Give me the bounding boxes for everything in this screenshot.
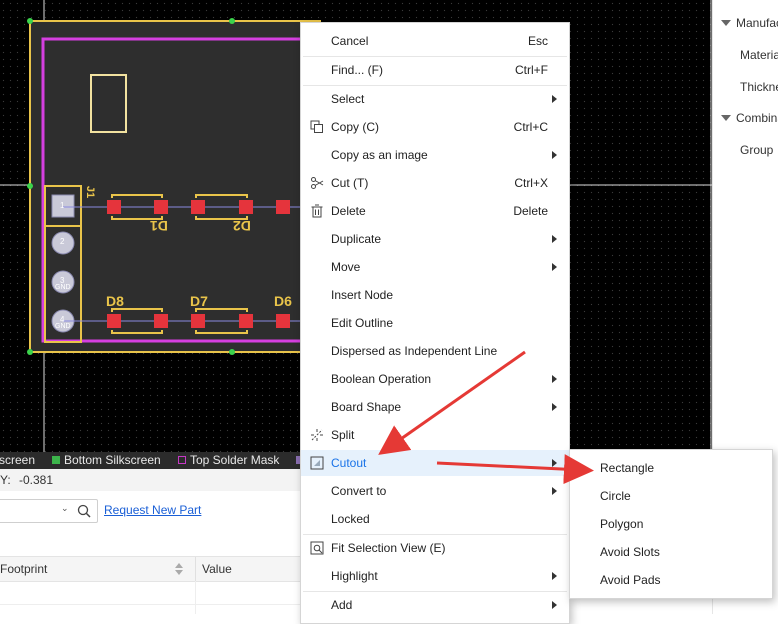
designator-d6[interactable]: D6 bbox=[274, 293, 292, 309]
menu-item-copy-as-image[interactable]: Copy as an image bbox=[301, 142, 569, 168]
library-panel: ⌄ Request New Part Footprint Value bbox=[0, 491, 300, 614]
menu-item-highlight[interactable]: Highlight bbox=[301, 563, 569, 589]
library-table-header: Footprint Value bbox=[0, 556, 300, 582]
designator-d2[interactable]: D2 bbox=[233, 218, 251, 234]
cutout-icon bbox=[310, 456, 324, 470]
prop-group: Group bbox=[740, 143, 774, 157]
menu-item-split[interactable]: Split bbox=[301, 422, 569, 448]
chevron-right-icon bbox=[552, 572, 557, 580]
coordinate-readout: Y: -0.381 bbox=[0, 469, 300, 492]
menu-item-find[interactable]: Find... (F) Ctrl+F bbox=[301, 57, 569, 83]
library-search-input[interactable]: ⌄ bbox=[0, 499, 98, 523]
handle bbox=[27, 183, 33, 189]
chevron-down-icon bbox=[721, 115, 731, 121]
chevron-right-icon bbox=[552, 375, 557, 383]
coord-y-label: Y: bbox=[0, 473, 11, 487]
submenu-item-polygon[interactable]: Polygon bbox=[570, 510, 772, 538]
chevron-right-icon bbox=[552, 235, 557, 243]
section-combination[interactable]: Combina bbox=[721, 111, 778, 125]
layer-color-swatch bbox=[178, 456, 186, 464]
menu-item-fit-selection-view[interactable]: Fit Selection View (E) bbox=[301, 535, 569, 561]
fit-view-icon bbox=[310, 541, 324, 555]
submenu-item-circle[interactable]: Circle bbox=[570, 482, 772, 510]
designator-j1[interactable]: J1 bbox=[84, 186, 96, 198]
menu-item-duplicate[interactable]: Duplicate bbox=[301, 226, 569, 252]
layer-tab-bottom-silkscreen[interactable]: Bottom Silkscreen bbox=[52, 453, 161, 468]
handle bbox=[229, 349, 235, 355]
menu-item-edit-outline[interactable]: Edit Outline bbox=[301, 310, 569, 336]
scissors-icon bbox=[311, 177, 324, 189]
chevron-down-icon bbox=[721, 20, 731, 26]
pad-net-label: GND bbox=[55, 323, 71, 330]
menu-item-boolean-operation[interactable]: Boolean Operation bbox=[301, 366, 569, 392]
menu-item-cut[interactable]: Cut (T) Ctrl+X bbox=[301, 170, 569, 196]
pad-number-2: 2 bbox=[60, 237, 65, 246]
chevron-right-icon bbox=[552, 95, 557, 103]
menu-item-board-shape[interactable]: Board Shape bbox=[301, 394, 569, 420]
submenu-item-rectangle[interactable]: Rectangle bbox=[570, 454, 772, 482]
coord-y-value: -0.381 bbox=[19, 473, 54, 487]
column-header-value[interactable]: Value bbox=[202, 562, 232, 576]
handle bbox=[229, 18, 235, 24]
designator-d1[interactable]: D1 bbox=[150, 218, 168, 234]
section-label: Manufac bbox=[736, 16, 778, 30]
layer-tab-bar: screen Bottom Silkscreen Top Solder Mask bbox=[0, 452, 300, 469]
section-label: Combina bbox=[736, 111, 778, 125]
menu-item-select[interactable]: Select bbox=[301, 86, 569, 112]
menu-item-convert-to[interactable]: Convert to bbox=[301, 478, 569, 504]
chevron-right-icon bbox=[552, 601, 557, 609]
menu-item-locked[interactable]: Locked bbox=[301, 506, 569, 532]
layer-tab-silkscreen[interactable]: screen bbox=[0, 453, 35, 468]
chevron-down-icon[interactable]: ⌄ bbox=[61, 503, 69, 514]
chevron-right-icon bbox=[552, 263, 557, 271]
section-manufacture[interactable]: Manufac bbox=[721, 16, 778, 30]
pad-net-label: GND bbox=[55, 284, 71, 291]
handle bbox=[27, 18, 33, 24]
chevron-right-icon bbox=[552, 151, 557, 159]
handle bbox=[27, 349, 33, 355]
context-menu: Cancel Esc Find... (F) Ctrl+F Select Copy … bbox=[300, 22, 570, 624]
designator-d7[interactable]: D7 bbox=[190, 293, 208, 309]
menu-item-add[interactable]: Add bbox=[301, 592, 569, 618]
chevron-right-icon bbox=[552, 459, 557, 467]
menu-item-cutout[interactable]: Cutout bbox=[301, 450, 569, 476]
trash-icon bbox=[311, 204, 323, 218]
menu-item-cancel[interactable]: Cancel Esc bbox=[301, 28, 569, 54]
search-icon[interactable] bbox=[77, 504, 91, 518]
menu-item-move[interactable]: Move bbox=[301, 254, 569, 280]
submenu-item-avoid-pads[interactable]: Avoid Pads bbox=[570, 566, 772, 594]
layer-tab-top-solder-mask[interactable]: Top Solder Mask bbox=[178, 453, 279, 468]
copy-icon bbox=[310, 120, 323, 133]
table-row-divider bbox=[0, 604, 300, 605]
menu-item-dispersed-line[interactable]: Dispersed as Independent Line bbox=[301, 338, 569, 364]
layer-color-swatch bbox=[52, 456, 60, 464]
prop-material: Materia bbox=[740, 48, 778, 62]
menu-item-delete[interactable]: Delete Delete bbox=[301, 198, 569, 224]
column-header-footprint[interactable]: Footprint bbox=[0, 562, 47, 576]
submenu-item-avoid-slots[interactable]: Avoid Slots bbox=[570, 538, 772, 566]
cutout-submenu: Rectangle Circle Polygon Avoid Slots Avo… bbox=[569, 449, 773, 599]
split-icon bbox=[311, 429, 323, 441]
menu-item-insert-node[interactable]: Insert Node bbox=[301, 282, 569, 308]
designator-d8[interactable]: D8 bbox=[106, 293, 124, 309]
chevron-right-icon bbox=[552, 403, 557, 411]
chevron-right-icon bbox=[552, 487, 557, 495]
prop-thickness: Thickne bbox=[740, 80, 778, 94]
request-new-part-link[interactable]: Request New Part bbox=[104, 503, 201, 517]
sort-icon[interactable] bbox=[174, 562, 184, 576]
menu-item-copy[interactable]: Copy (C) Ctrl+C bbox=[301, 114, 569, 140]
column-divider bbox=[195, 557, 196, 581]
column-divider bbox=[195, 581, 196, 614]
pad-number-1: 1 bbox=[60, 201, 65, 210]
